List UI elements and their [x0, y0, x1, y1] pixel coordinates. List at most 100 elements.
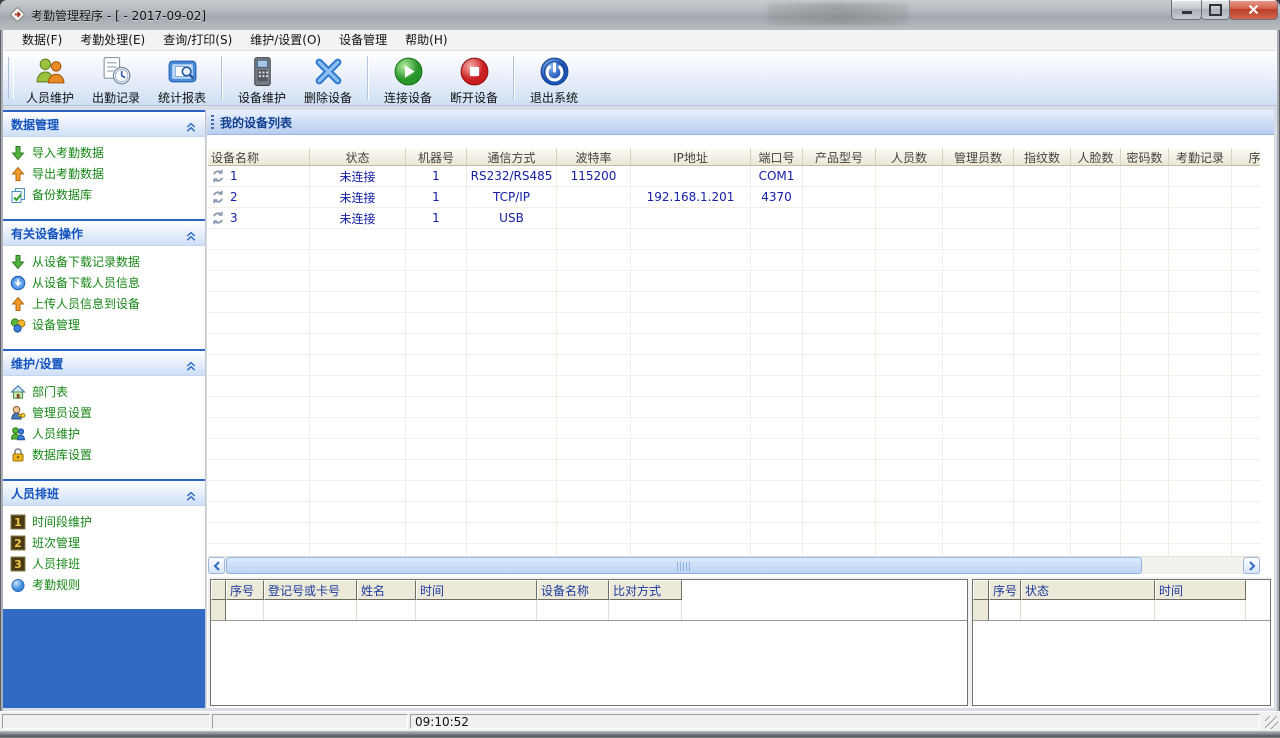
column-header-端口号[interactable]: 端口号	[751, 148, 803, 166]
menu-item-5[interactable]: 帮助(H)	[396, 30, 456, 50]
column-header-指纹数[interactable]: 指纹数	[1014, 148, 1071, 166]
device-cell-empty	[1014, 376, 1071, 397]
device-cell-empty	[876, 439, 943, 460]
column-header-设备名称[interactable]: 设备名称	[537, 580, 609, 600]
column-header-人员数[interactable]: 人员数	[876, 148, 943, 166]
sidebar-item-label: 数据库设置	[32, 448, 93, 462]
sidebar-section-header-2[interactable]: 维护/设置	[3, 351, 205, 376]
device-row-2[interactable]: 2 未连接 1 TCP/IP 192.168.1.201 4370	[208, 187, 1260, 208]
chevron-up-double-icon[interactable]	[185, 357, 197, 371]
sidebar-item-人员排班[interactable]: 3 人员排班	[3, 553, 205, 574]
menu-item-3[interactable]: 维护/设置(O)	[241, 30, 330, 50]
device-cell-empty	[310, 502, 406, 523]
device-row-3[interactable]: 3 未连接 1 USB	[208, 208, 1260, 229]
device-cell	[876, 166, 943, 187]
scroll-right-button[interactable]	[1243, 557, 1260, 574]
toolbar-button-断开设备[interactable]: 断开设备	[441, 51, 507, 105]
device-cell-empty	[310, 523, 406, 544]
device-cell-empty	[631, 355, 751, 376]
bottom-table-header-row: 序号 状态 时间	[973, 580, 1270, 600]
column-header-姓名[interactable]: 姓名	[357, 580, 416, 600]
device-row-1[interactable]: 1 未连接 1 RS232/RS485 115200 COM1	[208, 166, 1260, 187]
column-header-比对方式[interactable]: 比对方式	[609, 580, 682, 600]
sidebar-item-上传人员信息到设备[interactable]: 上传人员信息到设备	[3, 293, 205, 314]
maximize-button[interactable]	[1201, 0, 1230, 20]
device-cell	[1014, 166, 1071, 187]
device-cell-empty	[1232, 397, 1260, 418]
device-cell-empty	[631, 523, 751, 544]
sidebar-item-考勤规则[interactable]: 考勤规则	[3, 574, 205, 595]
device-cell	[1232, 187, 1260, 208]
column-header-考勤记录[interactable]: 考勤记录	[1169, 148, 1232, 166]
device-cell-empty	[943, 355, 1014, 376]
sidebar-item-备份数据库[interactable]: 备份数据库	[3, 184, 205, 205]
menu-item-2[interactable]: 查询/打印(S)	[154, 30, 241, 50]
column-header-状态[interactable]: 状态	[1021, 580, 1155, 600]
sidebar-item-时间段维护[interactable]: 1 时间段维护	[3, 511, 205, 532]
column-header-状态[interactable]: 状态	[310, 148, 406, 166]
device-cell	[943, 166, 1014, 187]
menu-item-0[interactable]: 数据(F)	[13, 30, 71, 50]
column-header-设备名称[interactable]: 设备名称	[208, 148, 310, 166]
toolbar-button-统计报表[interactable]: 统计报表	[149, 51, 215, 105]
sidebar-item-导入考勤数据[interactable]: 导入考勤数据	[3, 142, 205, 163]
column-header-波特率[interactable]: 波特率	[557, 148, 631, 166]
column-header-IP地址[interactable]: IP地址	[631, 148, 751, 166]
toolbar-button-退出系统[interactable]: 退出系统	[521, 51, 587, 105]
column-header-时间[interactable]: 时间	[1155, 580, 1246, 600]
chevron-up-double-icon[interactable]	[185, 487, 197, 501]
device-cell-empty	[803, 460, 876, 481]
column-header-人脸数[interactable]: 人脸数	[1071, 148, 1121, 166]
toolbar-button-出勤记录[interactable]: 出勤记录	[83, 51, 149, 105]
close-button[interactable]	[1229, 0, 1278, 20]
column-header-序号[interactable]: 序号	[989, 580, 1021, 600]
menu-item-4[interactable]: 设备管理	[330, 30, 396, 50]
column-header-密码数[interactable]: 密码数	[1121, 148, 1169, 166]
device-cell-empty	[467, 313, 557, 334]
column-header-时间[interactable]: 时间	[416, 580, 537, 600]
sidebar-item-导出考勤数据[interactable]: 导出考勤数据	[3, 163, 205, 184]
column-header-登记号或卡号[interactable]: 登记号或卡号	[264, 580, 357, 600]
column-header-序列号[interactable]: 序列号	[1232, 148, 1260, 166]
minimize-button[interactable]	[1171, 0, 1202, 20]
sidebar-item-管理员设置[interactable]: 管理员设置	[3, 402, 205, 423]
resize-grip[interactable]	[1265, 716, 1278, 729]
device-cell-empty	[1071, 439, 1121, 460]
sidebar-item-数据库设置[interactable]: 数据库设置	[3, 444, 205, 465]
horizontal-scrollbar[interactable]	[208, 556, 1260, 574]
sidebar-section-header-1[interactable]: 有关设备操作	[3, 221, 205, 246]
sidebar-item-班次管理[interactable]: 2 班次管理	[3, 532, 205, 553]
scroll-left-button[interactable]	[208, 557, 225, 574]
sidebar-item-从设备下载记录数据[interactable]: 从设备下载记录数据	[3, 251, 205, 272]
sidebar-item-从设备下载人员信息[interactable]: 从设备下载人员信息	[3, 272, 205, 293]
sidebar-item-人员维护[interactable]: 人员维护	[3, 423, 205, 444]
chevron-right-icon	[1248, 560, 1255, 571]
sidebar-item-设备管理[interactable]: 设备管理	[3, 314, 205, 335]
device-cell-empty	[1232, 460, 1260, 481]
column-header-机器号[interactable]: 机器号	[406, 148, 467, 166]
chevron-up-double-icon[interactable]	[185, 118, 197, 132]
toolbar-button-设备维护[interactable]: 设备维护	[229, 51, 295, 105]
chevron-up-double-icon[interactable]	[185, 227, 197, 241]
device-cell-empty	[631, 439, 751, 460]
device-cell-empty	[1071, 460, 1121, 481]
column-header-产品型号[interactable]: 产品型号	[803, 148, 876, 166]
device-cell	[1121, 208, 1169, 229]
column-header-序号[interactable]: 序号	[226, 580, 264, 600]
device-cell-empty	[310, 418, 406, 439]
sidebar-item-部门表[interactable]: 部门表	[3, 381, 205, 402]
menu-item-1[interactable]: 考勤处理(E)	[71, 30, 154, 50]
device-cell-empty	[751, 460, 803, 481]
column-header-通信方式[interactable]: 通信方式	[467, 148, 557, 166]
scrollbar-thumb[interactable]	[226, 557, 1142, 574]
toolbar-button-人员维护[interactable]: 人员维护	[17, 51, 83, 105]
toolbar-button-连接设备[interactable]: 连接设备	[375, 51, 441, 105]
device-cell	[876, 208, 943, 229]
bottom-table-empty-row[interactable]	[973, 600, 1270, 621]
bottom-table-empty-row[interactable]	[211, 600, 967, 621]
sidebar-section-header-0[interactable]: 数据管理	[3, 112, 205, 137]
column-header-管理员数[interactable]: 管理员数	[943, 148, 1014, 166]
sidebar-section-header-3[interactable]: 人员排班	[3, 481, 205, 506]
toolbar-button-删除设备[interactable]: 删除设备	[295, 51, 361, 105]
device-cell-empty	[751, 271, 803, 292]
